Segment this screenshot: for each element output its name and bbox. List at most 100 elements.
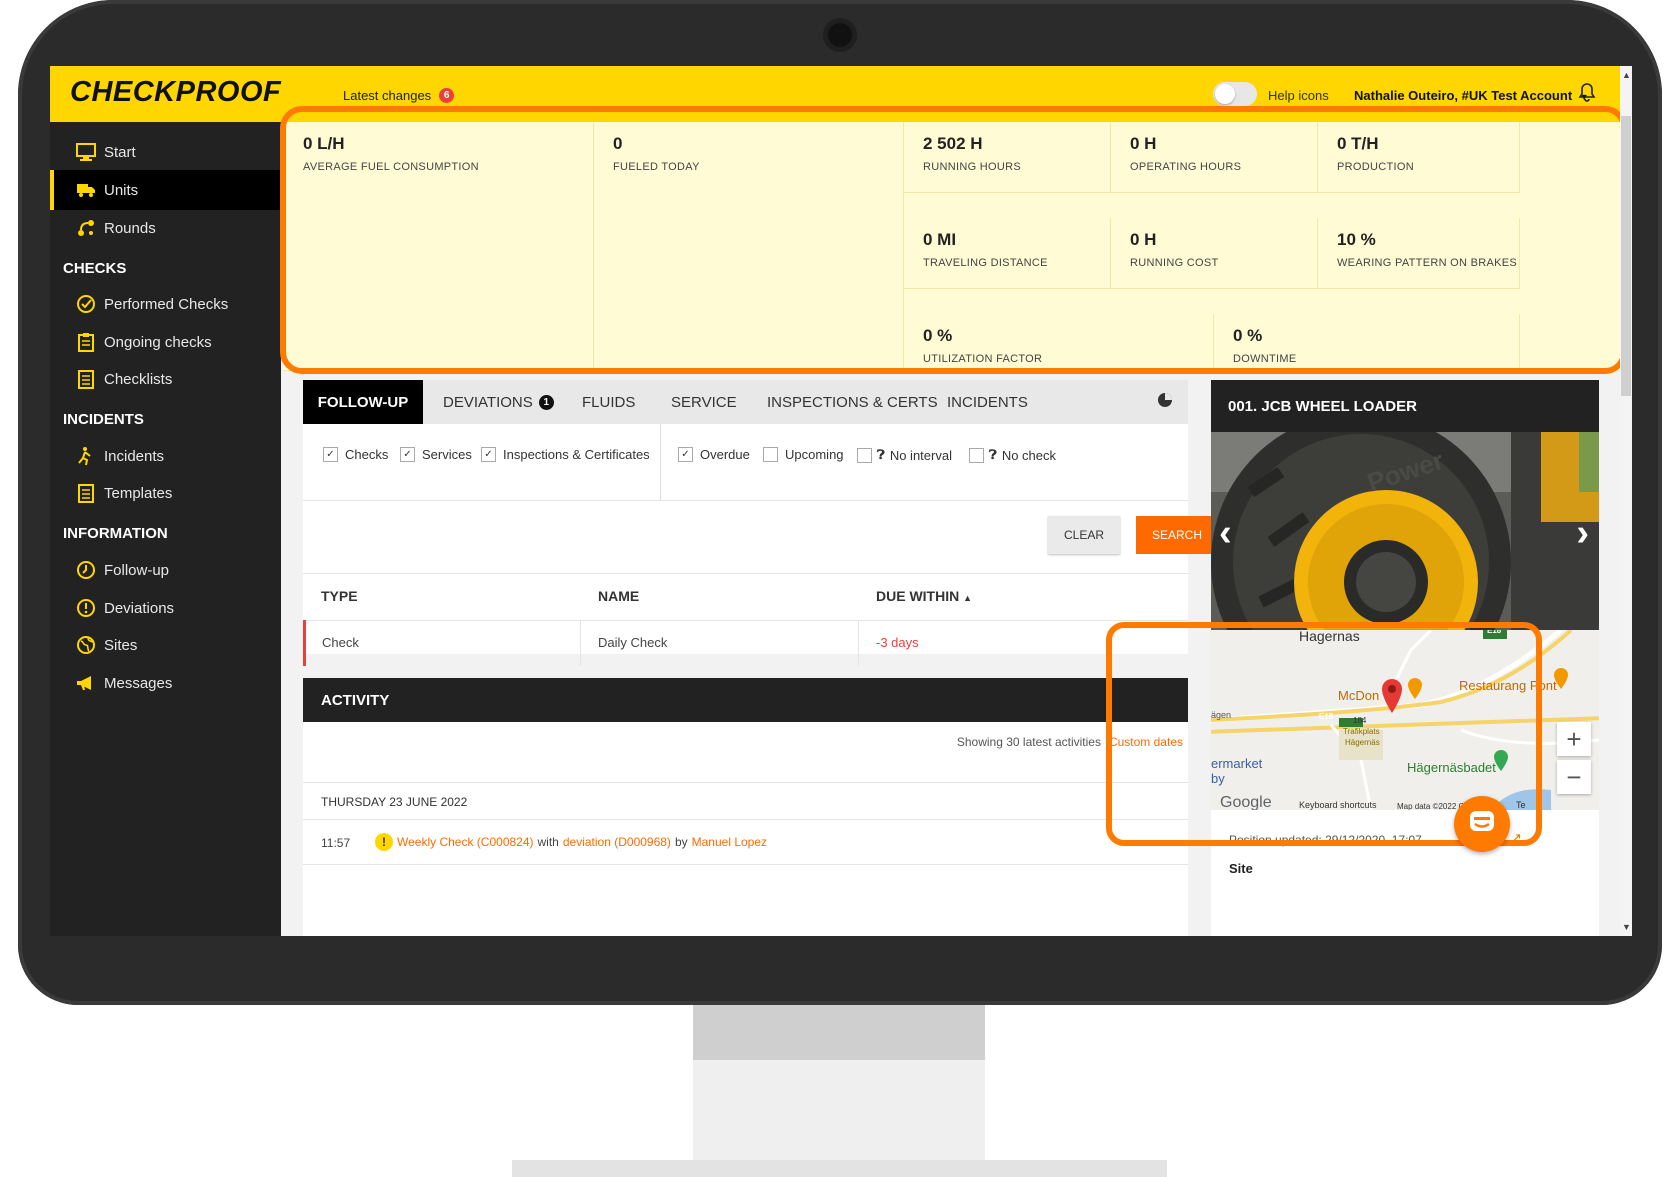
chevron-right-icon[interactable]: › <box>1576 512 1589 555</box>
sidebar-item-ongoing-checks[interactable]: Ongoing checks <box>50 322 281 362</box>
sidebar-item-label: Messages <box>104 674 173 692</box>
sidebar-item-label: Follow-up <box>104 561 170 579</box>
zoom-out-button[interactable]: − <box>1557 760 1591 794</box>
filter-label: No check <box>1001 447 1057 463</box>
checkproof-logo[interactable]: CHECKPROOF <box>70 76 281 109</box>
monitor-stand-base <box>512 1160 1167 1177</box>
tab-follow-up[interactable]: FOLLOW-UP <box>303 380 423 424</box>
sidebar-item-follow-up[interactable]: Follow-up <box>50 550 281 590</box>
filter-no-check[interactable]: ❓︎ No check <box>969 447 1056 463</box>
latest-changes-badge: 6 <box>439 88 455 103</box>
sidebar-item-label: Rounds <box>104 219 156 237</box>
column-header-due-within[interactable]: DUE WITHIN ▲ <box>876 588 972 604</box>
tab-deviations[interactable]: DEVIATIONS 1 <box>443 380 554 424</box>
monitor-stand-lower <box>693 1060 985 1165</box>
sort-up-icon: ▲ <box>963 593 973 603</box>
latest-changes-label: Latest changes <box>343 88 432 103</box>
sidebar-item-checklists[interactable]: Checklists <box>50 359 281 399</box>
person-link[interactable]: Manuel Lopez <box>692 835 767 849</box>
route-icon <box>74 216 98 240</box>
filter-checks[interactable]: ✓ Checks <box>323 447 388 462</box>
tab-fluids[interactable]: FLUIDS <box>582 380 635 424</box>
activity-summary: Showing 30 latest activities Custom dates <box>303 735 1183 749</box>
tab-label: FLUIDS <box>582 393 636 411</box>
sidebar-item-label: Start <box>104 143 136 161</box>
checkbox-unchecked <box>857 447 872 463</box>
filter-inspections[interactable]: ✓ Inspections & Certificates <box>481 447 650 462</box>
activity-date-row: THURSDAY 23 JUNE 2022 <box>303 782 1188 820</box>
help-icons-label: Help icons <box>1268 88 1329 103</box>
webcam <box>828 23 852 47</box>
sidebar-item-incidents[interactable]: Incidents <box>50 436 281 476</box>
question-icon: ❓︎ <box>989 447 997 462</box>
column-header-type[interactable]: TYPE <box>321 588 358 604</box>
chat-button[interactable] <box>1454 796 1510 852</box>
scrollbar-thumb[interactable] <box>1621 116 1631 396</box>
sidebar-item-deviations[interactable]: Deviations <box>50 588 281 628</box>
sidebar-item-performed-checks[interactable]: Performed Checks <box>50 284 281 324</box>
sidebar-item-label: Ongoing checks <box>104 333 212 351</box>
filter-label: Inspections & Certificates <box>503 447 650 462</box>
filter-no-interval[interactable]: ❓︎ No interval <box>857 447 952 463</box>
activity-word: by <box>674 835 688 849</box>
warning-icon: ! <box>375 833 393 851</box>
filter-label: Checks <box>345 447 389 462</box>
sidebar-item-sites[interactable]: Sites <box>50 625 281 665</box>
filter-label: Upcoming <box>785 447 844 462</box>
tab-incidents[interactable]: INCIDENTS <box>947 380 1028 424</box>
restaurant-marker-icon <box>1553 668 1569 695</box>
sidebar-item-templates[interactable]: Templates <box>50 473 281 513</box>
clear-button[interactable]: CLEAR <box>1048 516 1120 554</box>
activity-time: 11:57 <box>321 836 351 850</box>
globe-icon <box>74 633 98 657</box>
wheel-loader-image: Power <box>1211 432 1599 632</box>
sidebar-item-units[interactable]: Units <box>50 170 281 210</box>
latest-changes-link[interactable]: Latest changes 6 <box>343 88 455 103</box>
column-header-name[interactable]: NAME <box>598 588 639 604</box>
cell-separator <box>580 620 581 666</box>
sidebar-item-label: Sites <box>104 636 138 654</box>
sidebar-item-label: Checklists <box>104 370 173 388</box>
scroll-up-icon[interactable]: ▲ <box>1622 70 1631 80</box>
zoom-in-button[interactable]: + <box>1557 722 1591 756</box>
sidebar-item-start[interactable]: Start <box>50 132 281 172</box>
sidebar-item-label: Deviations <box>104 599 175 617</box>
deviation-link[interactable]: deviation (D000968) <box>563 835 671 849</box>
chevron-left-icon[interactable]: ‹ <box>1219 512 1232 555</box>
section-information-title: INFORMATION <box>63 525 168 542</box>
tab-service[interactable]: SERVICE <box>671 380 737 424</box>
table-row[interactable]: Check Daily Check -3 days <box>303 620 1191 666</box>
filter-label: No interval <box>889 447 952 463</box>
sidebar-item-messages[interactable]: Messages <box>50 663 281 703</box>
clipboard-icon <box>74 330 98 354</box>
check-link[interactable]: Weekly Check (C000824) <box>397 835 534 849</box>
pie-chart-icon[interactable] <box>1157 392 1173 413</box>
unit-photo: Power ‹ › <box>1211 432 1599 632</box>
activity-panel: ACTIVITY Showing 30 latest activities Cus… <box>303 678 1188 936</box>
filter-overdue[interactable]: ✓ Overdue <box>678 447 750 462</box>
activity-header: ACTIVITY <box>303 678 1188 722</box>
bell-icon[interactable] <box>1578 82 1596 107</box>
user-menu[interactable]: Nathalie Outeiro, #UK Test Account ▼ <box>1354 88 1589 103</box>
activity-entry: 11:57 ! Weekly Check (C000824) with devi… <box>303 820 1188 865</box>
filter-upcoming[interactable]: Upcoming <box>763 447 844 462</box>
filter-label: Services <box>422 447 472 462</box>
help-icons-toggle[interactable] <box>1213 82 1257 106</box>
activity-count-text: Showing 30 latest activities <box>956 735 1101 749</box>
sidebar: Start Units Rounds CHECKS Performed Chec… <box>50 122 281 936</box>
tab-label: FOLLOW-UP <box>317 393 409 411</box>
scroll-down-icon[interactable]: ▼ <box>1622 922 1631 932</box>
monitor-stand-neck <box>693 1005 985 1060</box>
search-button[interactable]: SEARCH <box>1136 516 1218 554</box>
activity-text: ! Weekly Check (C000824) with deviation … <box>375 833 767 851</box>
sidebar-item-rounds[interactable]: Rounds <box>50 208 281 248</box>
warning-circle-icon <box>74 596 98 620</box>
filter-label: Overdue <box>700 447 750 462</box>
section-checks-title: CHECKS <box>63 260 127 277</box>
tab-inspections-certs[interactable]: INSPECTIONS & CERTS <box>767 380 938 424</box>
unit-title: 001. JCB WHEEL LOADER <box>1228 397 1417 415</box>
section-incidents-title: INCIDENTS <box>63 411 144 428</box>
tab-label: DEVIATIONS <box>443 393 533 411</box>
filter-services[interactable]: ✓ Services <box>400 447 472 462</box>
checkbox-unchecked <box>763 447 778 462</box>
